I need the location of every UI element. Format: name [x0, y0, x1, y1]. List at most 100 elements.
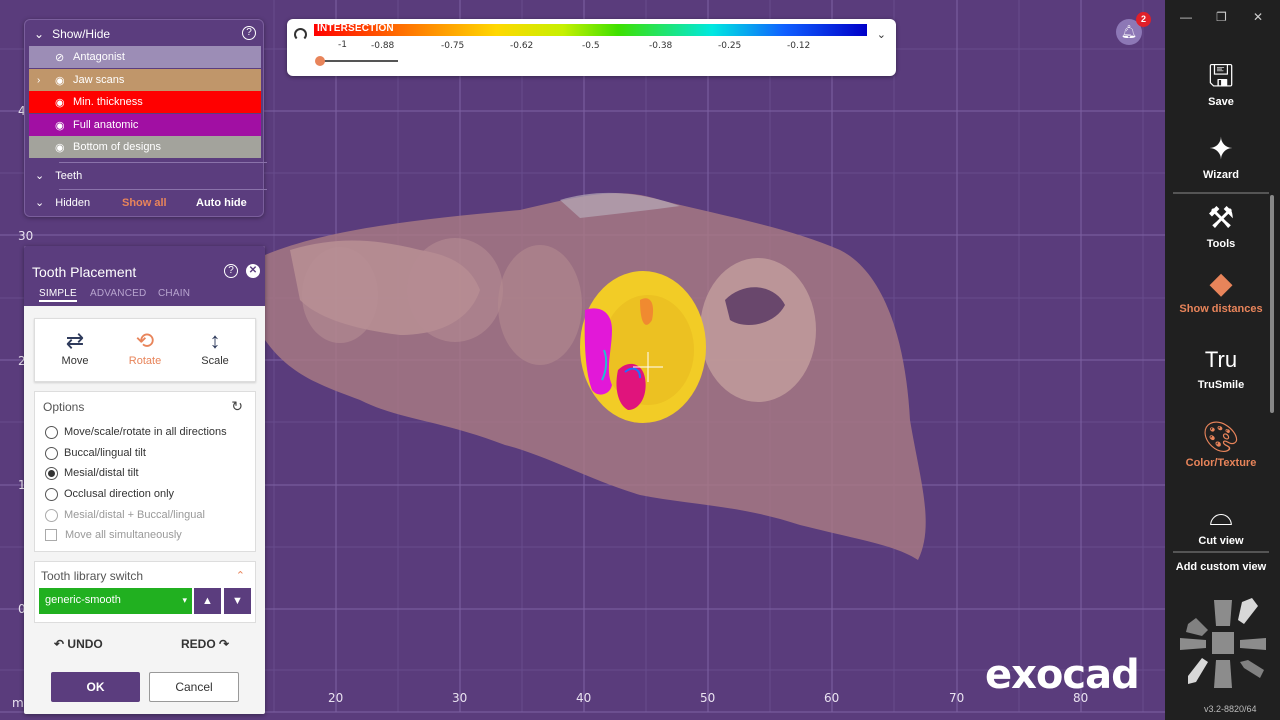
show-all-button[interactable]: Show all: [122, 197, 167, 209]
move-all-checkbox: Move all simultaneously: [45, 529, 182, 541]
chevron-down-icon: ⌄: [35, 197, 45, 209]
nav-cube-right[interactable]: [1240, 638, 1266, 650]
checkbox: [45, 529, 57, 541]
nav-cube-top-left[interactable]: [1186, 618, 1208, 636]
option-mesial-buccal: Mesial/distal + Buccal/lingual: [45, 506, 255, 524]
x-axis-label: 60: [824, 691, 840, 705]
sidebar-label: Wizard: [1203, 169, 1239, 181]
nav-cube-top-right[interactable]: [1238, 598, 1258, 624]
color-texture-button[interactable]: 🎨︎ Color/Texture: [1165, 421, 1277, 469]
nav-cube-bottom-right[interactable]: [1240, 660, 1264, 678]
colorbar-tick: -0.62: [510, 41, 534, 51]
radio-button: [45, 508, 58, 522]
redo-button[interactable]: REDO ↷: [181, 637, 229, 651]
chevron-right-icon[interactable]: ›: [37, 75, 40, 86]
save-icon: 🖫︎: [1208, 60, 1234, 93]
rotate-icon: ⟲: [135, 328, 155, 353]
divider: [1173, 551, 1269, 553]
threshold-slider-track[interactable]: [320, 60, 398, 62]
chevron-down-icon[interactable]: ⌄: [877, 28, 886, 41]
chevron-up-icon[interactable]: ⌃: [236, 569, 245, 582]
rotate-button[interactable]: ⟲ Rotate: [110, 319, 180, 383]
layer-antagonist[interactable]: ⊘ Antagonist: [29, 46, 261, 68]
radio-button[interactable]: [45, 446, 58, 460]
layer-full-anatomic[interactable]: ◉ Full anatomic: [29, 114, 261, 136]
nav-cube-bottom[interactable]: [1214, 660, 1232, 688]
radio-button[interactable]: [45, 487, 58, 501]
tooth-library-section: Tooth library switch ⌃ generic-smooth ▾ …: [34, 561, 256, 623]
sidebar-label: Tools: [1206, 238, 1236, 250]
radio-button-selected[interactable]: [45, 466, 58, 480]
layer-jaw-scans[interactable]: › ◉ Jaw scans: [29, 69, 261, 91]
layer-bottom-of-designs[interactable]: ◉ Bottom of designs: [29, 136, 261, 158]
library-next-button[interactable]: ▼: [224, 588, 251, 614]
reset-icon[interactable]: ↻: [231, 398, 243, 415]
undo-label: UNDO: [67, 637, 103, 651]
intersection-colorbar: INTERSECTION -1 -0.88 -0.75 -0.62 -0.5 -…: [287, 19, 896, 76]
tab-advanced[interactable]: ADVANCED: [90, 288, 146, 299]
teeth-group[interactable]: ⌄ Teeth: [35, 169, 82, 182]
eye-icon[interactable]: ◉: [55, 74, 65, 87]
option-occlusal[interactable]: Occlusal direction only: [45, 485, 255, 503]
hidden-group[interactable]: ⌄ Hidden: [35, 196, 90, 209]
option-buccal-lingual[interactable]: Buccal/lingual tilt: [45, 444, 255, 462]
tooth-placement-header: Tooth Placement ? ✕ SIMPLE ADVANCED CHAI…: [24, 246, 265, 306]
option-mesial-distal[interactable]: Mesial/distal tilt: [45, 464, 255, 482]
show-hide-header[interactable]: ⌄ Show/Hide: [34, 27, 110, 41]
x-axis-label: 20: [328, 691, 344, 705]
help-icon[interactable]: ?: [224, 264, 238, 278]
nav-cube-top[interactable]: [1214, 600, 1232, 626]
layer-label: Min. thickness: [73, 96, 143, 108]
y-axis-label: 30: [18, 229, 34, 243]
close-icon[interactable]: ✕: [1253, 10, 1263, 24]
trusmile-icon: Tru: [1204, 347, 1238, 372]
tab-simple[interactable]: SIMPLE: [39, 288, 77, 302]
nav-cube-left[interactable]: [1180, 638, 1206, 650]
option-label: Buccal/lingual tilt: [64, 447, 146, 459]
auto-hide-button[interactable]: Auto hide: [196, 197, 247, 209]
gauge-icon[interactable]: [294, 28, 307, 41]
layer-label: Full anatomic: [73, 119, 139, 131]
library-prev-button[interactable]: ▲: [194, 588, 221, 614]
sidebar-label: TruSmile: [1197, 379, 1245, 391]
tooth-library-select[interactable]: generic-smooth ▾: [39, 588, 192, 614]
nav-cube-front[interactable]: [1212, 632, 1234, 654]
eye-icon[interactable]: ◉: [55, 96, 65, 109]
trusmile-button[interactable]: Tru TruSmile: [1165, 343, 1277, 391]
move-button[interactable]: ⇄ Move: [40, 319, 110, 383]
eye-icon[interactable]: ◉: [55, 141, 65, 154]
radio-button[interactable]: [45, 425, 58, 439]
tools-button[interactable]: ⚒︎ Tools: [1165, 202, 1277, 250]
eye-off-icon[interactable]: ⊘: [55, 51, 64, 64]
help-icon[interactable]: ?: [242, 26, 256, 40]
undo-button[interactable]: ↶ UNDO: [54, 637, 103, 651]
close-icon[interactable]: ✕: [246, 264, 260, 278]
x-axis-label: 30: [452, 691, 468, 705]
nav-cube-bottom-left[interactable]: [1188, 658, 1208, 684]
threshold-slider-handle[interactable]: [315, 56, 325, 66]
axis-unit-label: m: [12, 696, 24, 710]
tab-chain[interactable]: CHAIN: [158, 288, 190, 299]
scale-button[interactable]: ↕ Scale: [180, 319, 250, 383]
minimize-icon[interactable]: —: [1180, 10, 1192, 24]
sidebar-label: Cut view: [1198, 535, 1244, 547]
add-custom-view-button[interactable]: Add custom view: [1165, 559, 1277, 573]
save-button[interactable]: 🖫︎ Save: [1165, 60, 1277, 108]
navigation-cube[interactable]: [1178, 598, 1268, 690]
ok-button[interactable]: OK: [51, 672, 140, 702]
notification-badge: 2: [1136, 12, 1151, 27]
option-all-directions[interactable]: Move/scale/rotate in all directions: [45, 423, 255, 441]
layer-min-thickness[interactable]: ◉ Min. thickness: [29, 91, 261, 113]
sidebar-scrollbar[interactable]: [1270, 195, 1274, 413]
restore-icon[interactable]: ❐: [1216, 10, 1227, 24]
show-distances-button[interactable]: ◆ Show distances: [1165, 267, 1277, 315]
wizard-button[interactable]: ✦ Wizard: [1165, 133, 1277, 181]
show-hide-panel: ⌄ Show/Hide ? ⊘ Antagonist › ◉ Jaw scans…: [24, 19, 267, 217]
tool-label: Move: [61, 355, 89, 367]
option-label: Move/scale/rotate in all directions: [64, 426, 227, 438]
x-axis-label: 50: [700, 691, 716, 705]
eye-icon[interactable]: ◉: [55, 119, 65, 132]
redo-label: REDO: [181, 637, 216, 651]
cancel-button[interactable]: Cancel: [149, 672, 239, 702]
cut-view-button[interactable]: ⌓ Cut view: [1165, 499, 1277, 551]
